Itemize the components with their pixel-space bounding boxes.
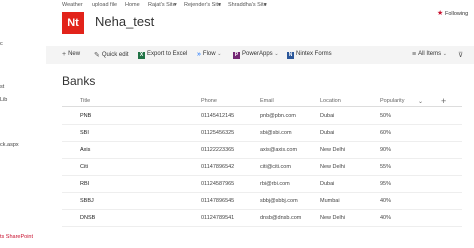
cell-location: New Delhi — [320, 164, 346, 170]
nav-link-rajat-site[interactable]: Rajat's Site — [148, 2, 176, 8]
site-logo[interactable]: Nt — [62, 12, 84, 34]
nav-link-weather[interactable]: Weather — [62, 2, 83, 8]
cell-phone: 01147896545 — [201, 198, 235, 204]
cell-title[interactable]: DNSB — [80, 215, 95, 221]
column-header-popularity[interactable]: Popularity — [380, 98, 404, 104]
cell-phone: 01124587965 — [201, 181, 235, 187]
table-row[interactable]: SBBJ 01147896545 sbbj@sbbj.com Mumbai 40… — [62, 193, 462, 210]
follow-button[interactable]: Following — [445, 11, 468, 17]
site-title[interactable]: Neha_test — [95, 14, 154, 29]
header-divider — [62, 106, 462, 107]
cell-title[interactable]: Axis — [80, 147, 90, 153]
cell-popularity: 95% — [380, 181, 392, 187]
table-row[interactable]: SBI 01125456325 sbi@sbi.com Dubai 60% — [62, 125, 462, 142]
filter-icon[interactable]: ⊽ — [458, 51, 463, 59]
cell-email: dnsb@dnsb.com — [260, 215, 302, 221]
cell-title[interactable]: PNB — [80, 113, 91, 119]
table-row[interactable]: DNSB 01124789541 dnsb@dnsb.com New Delhi… — [62, 210, 462, 227]
cell-location: Dubai — [320, 181, 335, 187]
cell-phone: 01145412145 — [201, 113, 235, 119]
powerapps-icon: P — [233, 52, 240, 59]
sidebar-item[interactable]: ck.aspx — [0, 142, 19, 148]
chevron-down-icon: ⌄ — [217, 51, 222, 57]
chevron-down-icon: ⌄ — [442, 51, 447, 57]
sidebar-item-return-sharepoint[interactable]: ts SharePoint — [0, 234, 33, 240]
cell-location: Mumbai — [320, 198, 340, 204]
pencil-icon: ✎ — [94, 52, 100, 59]
list-title: Banks — [62, 74, 96, 88]
nav-link-home[interactable]: Home — [125, 2, 140, 8]
cell-popularity: 40% — [380, 215, 392, 221]
add-column-icon[interactable]: + — [441, 96, 446, 106]
cell-phone: 01147896542 — [201, 164, 235, 170]
cell-popularity: 50% — [380, 113, 392, 119]
top-navigation: Weather upload file Home Rajat's Site ▾ … — [0, 0, 474, 12]
sidebar-item[interactable]: c — [0, 41, 3, 47]
cell-email: axis@axis.com — [260, 147, 298, 153]
quick-launch: c st Lib ck.aspx ts SharePoint — [0, 12, 46, 248]
star-icon[interactable]: ★ — [437, 9, 443, 17]
cell-email: sbi@sbi.com — [260, 130, 292, 136]
list-view-icon: ≡ — [412, 51, 417, 58]
export-excel-button[interactable]: X Export to Excel — [138, 51, 187, 59]
cell-email: citi@citi.com — [260, 164, 291, 170]
nav-link-shraddha-site[interactable]: Shraddha's Site — [228, 2, 267, 8]
cell-title[interactable]: SBBJ — [80, 198, 94, 204]
nav-link-rejender-site[interactable]: Rejender's Site — [184, 2, 221, 8]
chevron-down-icon[interactable]: ⌄ — [418, 98, 423, 105]
cell-phone: 01125456325 — [201, 130, 235, 136]
cell-location: Dubai — [320, 113, 335, 119]
column-header-title[interactable]: Title — [80, 98, 90, 104]
powerapps-button[interactable]: P PowerApps ⌄ — [233, 51, 279, 59]
chevron-down-icon[interactable]: ▾ — [174, 2, 177, 8]
column-header-location[interactable]: Location — [320, 98, 341, 104]
cell-email: sbbj@sbbj.com — [260, 198, 298, 204]
cell-title[interactable]: SBI — [80, 130, 89, 136]
cell-location: New Delhi — [320, 215, 346, 221]
nintex-forms-button[interactable]: N Nintex Forms — [287, 51, 332, 59]
cell-title[interactable]: RBI — [80, 181, 89, 187]
chevron-down-icon: ⌄ — [274, 51, 279, 57]
column-header-phone[interactable]: Phone — [201, 98, 217, 104]
view-selector[interactable]: ≡ All Items ⌄ — [412, 51, 447, 58]
quick-edit-button[interactable]: ✎ Quick edit — [94, 51, 129, 59]
command-bar: + New ✎ Quick edit X Export to Excel » Flow … — [46, 46, 474, 64]
table-row[interactable]: RBI 01124587965 rbi@rbi.com Dubai 95% — [62, 176, 462, 193]
table-row[interactable]: Citi 01147896542 citi@citi.com New Delhi… — [62, 159, 462, 176]
cell-popularity: 40% — [380, 198, 392, 204]
cell-location: Dubai — [320, 130, 335, 136]
nav-link-upload-file[interactable]: upload file — [92, 2, 117, 8]
cell-title[interactable]: Citi — [80, 164, 88, 170]
cell-email: pnb@pbn.com — [260, 113, 296, 119]
cell-email: rbi@rbi.com — [260, 181, 290, 187]
chevron-down-icon[interactable]: ▾ — [218, 2, 221, 8]
table-row[interactable]: PNB 01145412145 pnb@pbn.com Dubai 50% — [62, 108, 462, 125]
cell-popularity: 55% — [380, 164, 392, 170]
cell-popularity: 60% — [380, 130, 392, 136]
nintex-icon: N — [287, 52, 294, 59]
plus-icon: + — [62, 51, 67, 58]
new-button[interactable]: + New — [62, 51, 80, 58]
sidebar-item[interactable]: st — [0, 84, 4, 90]
flow-button[interactable]: » Flow ⌄ — [197, 51, 221, 58]
table-row[interactable]: Axis 01122223365 axis@axis.com New Delhi… — [62, 142, 462, 159]
excel-icon: X — [138, 52, 145, 59]
flow-icon: » — [197, 51, 201, 58]
column-header-email[interactable]: Email — [260, 98, 274, 104]
sidebar-item[interactable]: Lib — [0, 97, 7, 103]
chevron-down-icon[interactable]: ▾ — [264, 2, 267, 8]
cell-phone: 01124789541 — [201, 215, 235, 221]
cell-phone: 01122223365 — [201, 147, 235, 153]
cell-location: New Delhi — [320, 147, 346, 153]
cell-popularity: 90% — [380, 147, 392, 153]
